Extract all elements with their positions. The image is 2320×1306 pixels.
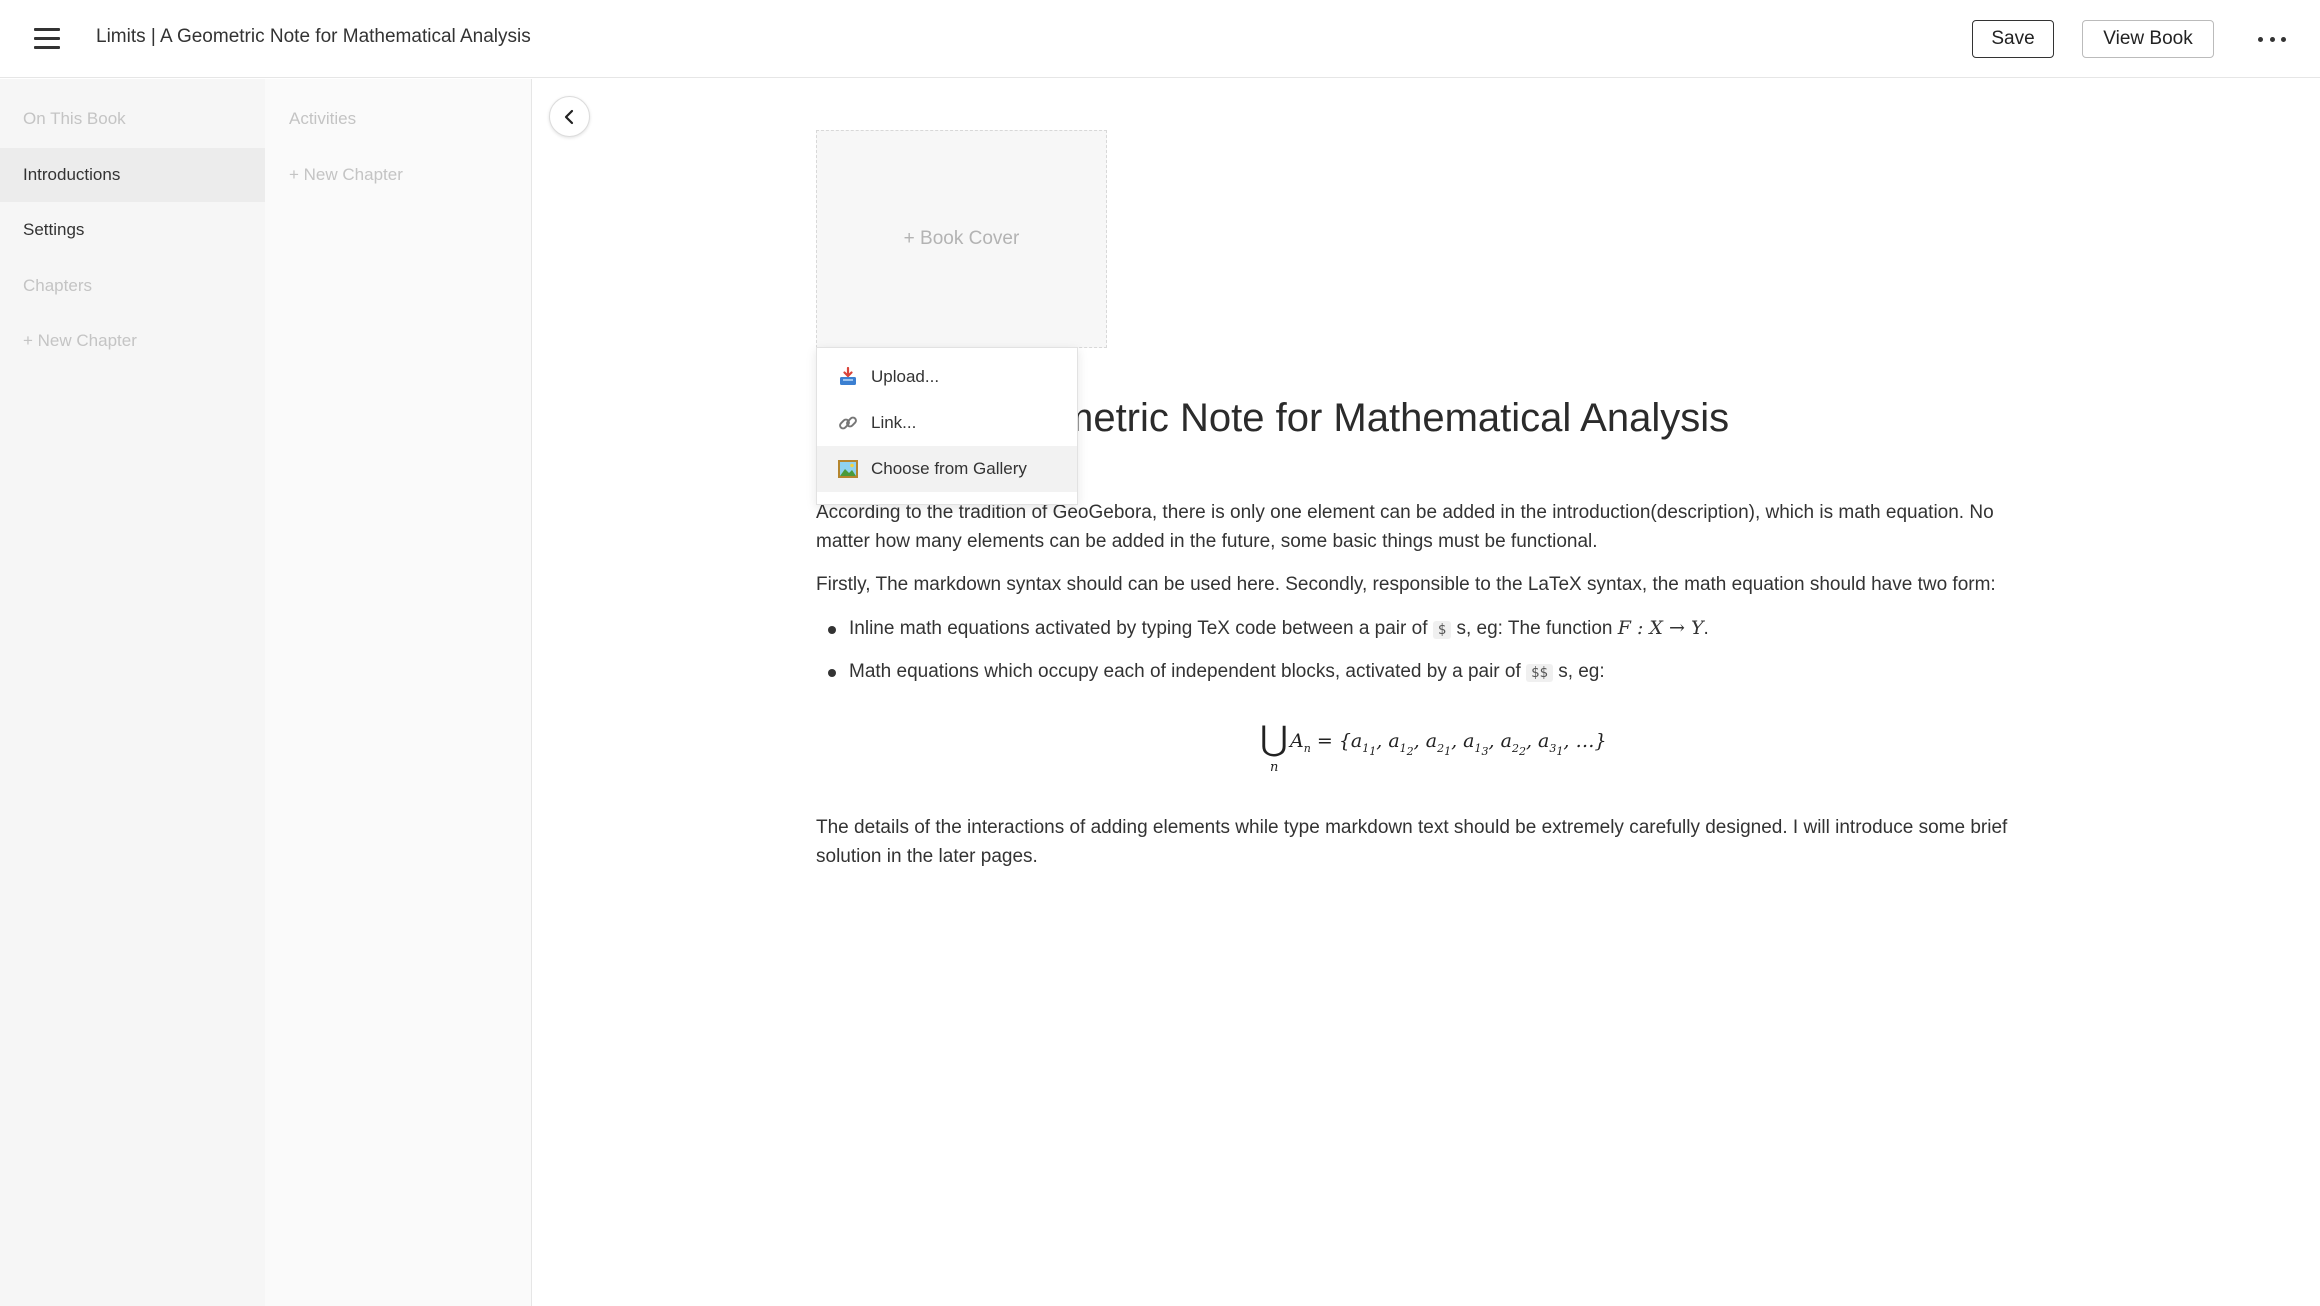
sidebar-item-settings[interactable]: Settings — [0, 203, 265, 257]
collapse-panel-button[interactable] — [549, 96, 590, 137]
bullet-text: s, eg: The function — [1456, 618, 1613, 639]
inbox-tray-icon — [837, 366, 859, 388]
framed-picture-icon — [837, 458, 859, 480]
book-cover-placeholder[interactable]: + Book Cover — [816, 130, 1107, 348]
chevron-left-icon — [564, 109, 573, 124]
menu-item-label: Link... — [871, 413, 917, 432]
bullet-dot — [828, 669, 836, 677]
more-options-icon[interactable] — [2258, 30, 2286, 48]
save-button[interactable]: Save — [1972, 20, 2054, 58]
sidebar-item-introductions[interactable]: Introductions — [0, 148, 265, 202]
hamburger-menu-icon[interactable] — [34, 28, 60, 50]
intro-paragraph-3[interactable]: The details of the interactions of addin… — [816, 813, 2026, 871]
top-bar: Limits | A Geometric Note for Mathematic… — [0, 0, 2320, 78]
inline-code: $ — [1432, 621, 1452, 639]
display-math-equation[interactable]: ⋃ n An = {a11, a12, a21, a13, a22, a31, … — [1260, 722, 1680, 782]
sidebar-new-chapter[interactable]: + New Chapter — [0, 314, 265, 368]
activities-heading: Activities — [289, 109, 357, 128]
activities-new-chapter[interactable]: + New Chapter — [265, 148, 532, 202]
intro-paragraph-2[interactable]: Firstly, The markdown syntax should can … — [816, 570, 2026, 599]
inline-math: F : X → Y — [1617, 617, 1704, 639]
union-subscript: n — [1270, 760, 1279, 775]
bullet-text: Math equations which occupy each of inde… — [849, 661, 1521, 682]
bullet-text-end: . — [1703, 618, 1709, 639]
link-icon — [837, 412, 859, 434]
book-cover-label: + Book Cover — [903, 228, 1020, 249]
book-title: Limits | A Geometric Note for Mathematic… — [96, 26, 531, 47]
menu-item-choose-from-gallery[interactable]: Choose from Gallery — [817, 446, 1077, 492]
activities-panel: Activities + New Chapter — [265, 79, 532, 1306]
bullet-dot — [828, 626, 836, 634]
view-book-button[interactable]: View Book — [2082, 20, 2214, 58]
union-symbol: ⋃ — [1260, 719, 1288, 759]
menu-item-upload[interactable]: Upload... — [817, 354, 1077, 400]
menu-item-link[interactable]: Link... — [817, 400, 1077, 446]
sidebar-heading-chapters: Chapters — [23, 276, 92, 295]
intro-paragraph-1[interactable]: According to the tradition of GeoGebora,… — [816, 498, 2026, 556]
cover-source-menu: Upload... Link... Choose from Gallery — [816, 347, 1078, 505]
book-sidebar: On This Book Introductions Settings Chap… — [0, 79, 265, 1306]
equation-body: An = {a11, a12, a21, a13, a22, a31, …} — [1290, 730, 1607, 758]
bullet-text: Inline math equations activated by typin… — [849, 618, 1428, 639]
sidebar-heading-on-this-book: On This Book — [23, 109, 126, 128]
bullet-text: s, eg: — [1558, 661, 1605, 682]
menu-item-label: Upload... — [871, 367, 940, 386]
inline-code: $$ — [1526, 664, 1553, 682]
page-title[interactable]: metric Note for Mathematical Analysis — [1060, 396, 1729, 441]
menu-item-label: Choose from Gallery — [871, 459, 1027, 478]
